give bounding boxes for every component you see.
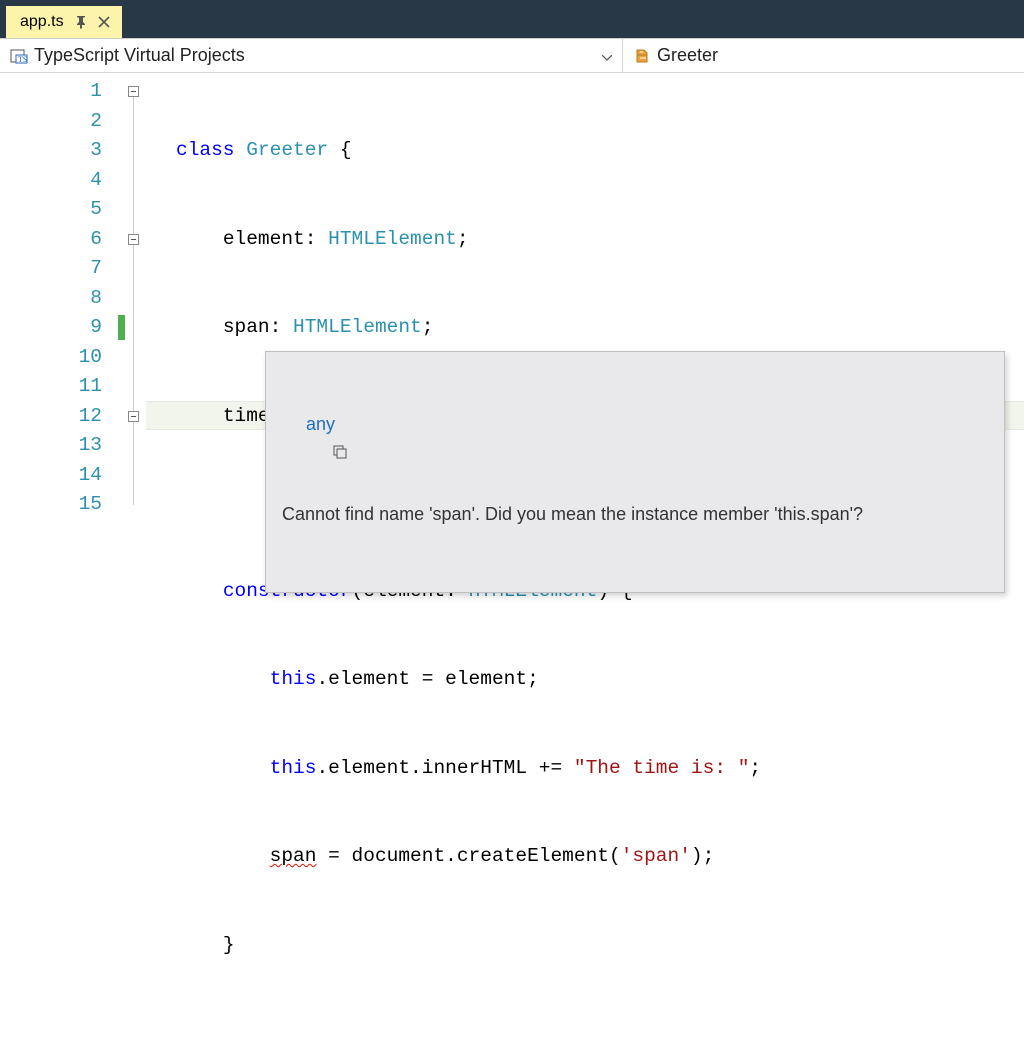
code-line: element: HTMLElement; [146,225,1024,255]
class-icon [633,48,651,64]
member-label: Greeter [657,45,718,66]
line-number: 15 [0,490,102,520]
line-number: 9 [0,313,102,343]
line-number: 10 [0,343,102,373]
error-tooltip: any Cannot find name 'span'. Did you mea… [265,351,1005,593]
code-line: span = document.createElement('span'); [146,842,1024,872]
fold-column [128,73,146,1056]
line-number: 4 [0,166,102,196]
line-number: 7 [0,254,102,284]
line-number: 5 [0,195,102,225]
code-line: this.element = element; [146,665,1024,695]
fold-toggle[interactable] [128,86,139,97]
line-number: 14 [0,461,102,491]
svg-text:TS: TS [18,55,27,64]
line-number: 1 [0,77,102,107]
code-line: class Greeter { [146,136,1024,166]
fold-toggle[interactable] [128,234,139,245]
tab-bar: app.ts [6,6,1024,38]
line-number: 6 [0,225,102,255]
pin-icon[interactable] [74,15,88,29]
member-dropdown[interactable]: Greeter [623,39,1024,72]
code-area[interactable]: class Greeter { element: HTMLElement; sp… [146,73,1024,1056]
line-number: 12 [0,402,102,432]
code-editor[interactable]: 1 2 3 4 5 6 7 8 9 10 11 12 13 14 15 [0,73,1024,1056]
tooltip-message: Cannot find name 'span'. Did you mean th… [282,502,986,527]
change-marker-column [118,73,128,1056]
tooltip-kind: any [306,412,335,437]
line-number: 3 [0,136,102,166]
scope-label: TypeScript Virtual Projects [34,45,245,66]
code-line [146,1019,1024,1049]
copy-stack-icon [282,417,298,433]
file-tab[interactable]: app.ts [6,6,122,38]
line-number: 2 [0,107,102,137]
line-number: 8 [0,284,102,314]
line-number-gutter: 1 2 3 4 5 6 7 8 9 10 11 12 13 14 15 [0,73,118,1056]
error-span[interactable]: span [270,845,317,867]
typescript-project-icon: TS [10,48,28,64]
scope-dropdown[interactable]: TS TypeScript Virtual Projects [0,39,623,72]
line-number: 11 [0,372,102,402]
chevron-down-icon [602,45,612,66]
navigation-bar: TS TypeScript Virtual Projects Greeter [0,38,1024,73]
code-line: span: HTMLElement; [146,313,1024,343]
tab-filename: app.ts [20,13,64,31]
code-line: } [146,931,1024,961]
modified-marker [118,315,125,340]
title-tab-region: app.ts [0,0,1024,38]
code-line: this.element.innerHTML += "The time is: … [146,754,1024,784]
close-icon[interactable] [98,16,110,28]
fold-toggle[interactable] [128,411,139,422]
line-number: 13 [0,431,102,461]
